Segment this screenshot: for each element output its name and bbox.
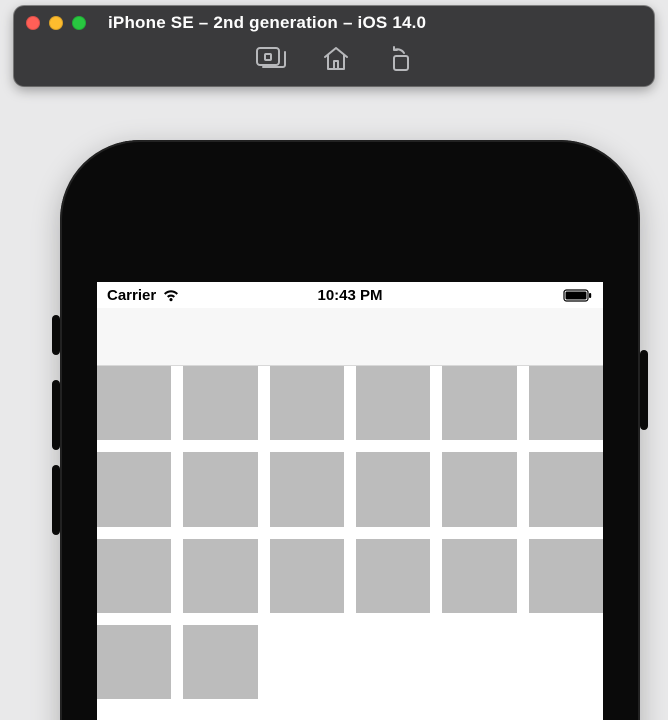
carrier-label: Carrier <box>107 287 156 304</box>
grid-cell[interactable] <box>183 452 257 526</box>
grid-cell[interactable] <box>97 452 171 526</box>
zoom-window-button[interactable] <box>72 16 86 30</box>
simulator-toolbar <box>14 40 654 78</box>
wifi-icon <box>162 289 180 302</box>
iphone-frame: Carrier 10:43 PM <box>60 140 640 720</box>
minimize-window-button[interactable] <box>49 16 63 30</box>
power-button[interactable] <box>640 350 648 430</box>
clock-label: 10:43 PM <box>317 287 382 304</box>
battery-icon <box>563 289 593 302</box>
grid-cell[interactable] <box>270 452 344 526</box>
grid-cell[interactable] <box>97 366 171 440</box>
collection-grid[interactable] <box>97 366 603 699</box>
titlebar[interactable]: iPhone SE – 2nd generation – iOS 14.0 <box>14 6 654 40</box>
grid-cell[interactable] <box>442 366 516 440</box>
volume-down-button[interactable] <box>52 465 60 535</box>
status-bar: Carrier 10:43 PM <box>97 282 603 308</box>
mute-switch[interactable] <box>52 315 60 355</box>
home-icon[interactable] <box>322 46 350 72</box>
window-title: iPhone SE – 2nd generation – iOS 14.0 <box>108 13 426 33</box>
grid-cell[interactable] <box>356 452 430 526</box>
rotate-icon[interactable] <box>386 46 412 72</box>
grid-cell[interactable] <box>270 366 344 440</box>
grid-cell[interactable] <box>183 625 257 699</box>
grid-cell[interactable] <box>529 366 603 440</box>
grid-cell[interactable] <box>442 452 516 526</box>
close-window-button[interactable] <box>26 16 40 30</box>
grid-cell[interactable] <box>183 539 257 613</box>
grid-cell[interactable] <box>97 539 171 613</box>
navigation-bar <box>97 308 603 366</box>
simulator-window: iPhone SE – 2nd generation – iOS 14.0 <box>14 6 654 86</box>
volume-up-button[interactable] <box>52 380 60 450</box>
grid-cell[interactable] <box>529 539 603 613</box>
device-screen: Carrier 10:43 PM <box>97 282 603 720</box>
grid-cell[interactable] <box>529 452 603 526</box>
grid-cell[interactable] <box>97 625 171 699</box>
grid-cell[interactable] <box>270 539 344 613</box>
grid-cell[interactable] <box>442 539 516 613</box>
screenshot-icon[interactable] <box>256 47 286 71</box>
grid-cell[interactable] <box>356 366 430 440</box>
status-bar-container: Carrier 10:43 PM <box>97 282 603 308</box>
grid-cell[interactable] <box>356 539 430 613</box>
grid-cell[interactable] <box>183 366 257 440</box>
